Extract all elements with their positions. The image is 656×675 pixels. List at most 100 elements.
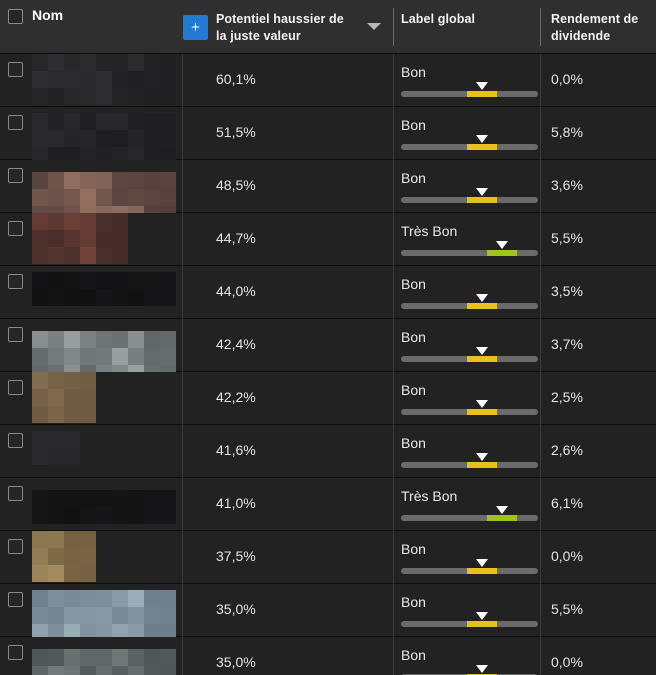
- table-row[interactable]: 42,2% Bon 2,5%: [0, 372, 656, 425]
- redaction-block: [96, 590, 112, 607]
- cell-potentiel-haussier: 60,1%: [216, 71, 256, 87]
- redaction-block: [128, 172, 144, 189]
- redaction-block: [80, 247, 96, 264]
- row-select-checkbox[interactable]: [8, 62, 23, 77]
- redaction-block: [32, 590, 48, 607]
- redaction-block: [64, 607, 80, 624]
- redaction-block: [144, 71, 160, 88]
- redaction-block: [32, 348, 48, 365]
- redaction-block: [96, 272, 112, 289]
- column-divider: [540, 531, 541, 584]
- table-row[interactable]: 44,7% Très Bon 5,5%: [0, 213, 656, 266]
- rating-pointer-icon: [475, 400, 488, 408]
- redaction-block: [144, 365, 160, 372]
- rating-bar: [401, 188, 538, 203]
- row-select-checkbox[interactable]: [8, 274, 23, 289]
- rating-pointer-icon: [475, 135, 488, 143]
- company-name-redacted[interactable]: [32, 584, 182, 637]
- table-row[interactable]: 51,5% Bon 5,8%: [0, 107, 656, 160]
- column-divider: [182, 266, 183, 319]
- company-name-redacted[interactable]: [32, 478, 182, 531]
- column-divider: [540, 266, 541, 319]
- row-select-checkbox[interactable]: [8, 380, 23, 395]
- redaction-block: [128, 147, 144, 160]
- cell-rendement-dividende: 0,0%: [551, 654, 583, 670]
- column-divider: [540, 319, 541, 372]
- redaction-block: [32, 331, 48, 348]
- column-divider: [540, 213, 541, 266]
- redaction-block: [144, 649, 160, 666]
- add-column-button[interactable]: +: [183, 15, 208, 40]
- table-header-row: Nom + Potentiel haussier de la juste val…: [0, 0, 656, 54]
- company-name-redacted[interactable]: [32, 213, 182, 266]
- redaction-block: [112, 272, 128, 289]
- table-row[interactable]: 35,0% Bon 0,0%: [0, 637, 656, 675]
- table-row[interactable]: 48,5% Bon 3,6%: [0, 160, 656, 213]
- company-name-redacted[interactable]: [32, 531, 182, 584]
- redaction-block: [128, 490, 144, 507]
- table-row[interactable]: 37,5% Bon 0,0%: [0, 531, 656, 584]
- column-divider: [182, 637, 183, 675]
- column-header-potentiel-line1[interactable]: Potentiel haussier de: [216, 11, 344, 27]
- redaction-block: [64, 272, 80, 289]
- company-name-redacted[interactable]: [32, 425, 182, 478]
- redaction-block: [96, 624, 112, 637]
- table-row[interactable]: 41,0% Très Bon 6,1%: [0, 478, 656, 531]
- column-header-rendement-line1[interactable]: Rendement de: [551, 11, 638, 27]
- redaction-block: [80, 189, 96, 206]
- company-name-redacted[interactable]: [32, 266, 182, 319]
- row-select-checkbox[interactable]: [8, 592, 23, 607]
- redaction-block: [80, 213, 96, 230]
- rating-bar: [401, 453, 538, 468]
- rating-bar: [401, 82, 538, 97]
- redaction-block: [64, 590, 80, 607]
- row-select-checkbox[interactable]: [8, 645, 23, 660]
- column-header-rendement-line2[interactable]: dividende: [551, 28, 610, 44]
- redaction-block: [128, 206, 144, 213]
- redaction-block: [48, 272, 64, 289]
- chevron-down-icon[interactable]: [367, 23, 381, 30]
- row-select-checkbox[interactable]: [8, 433, 23, 448]
- rating-bar-segment: [466, 303, 497, 309]
- redaction-block: [48, 531, 64, 548]
- company-name-redacted[interactable]: [32, 372, 182, 425]
- table-row[interactable]: 44,0% Bon 3,5%: [0, 266, 656, 319]
- row-select-checkbox[interactable]: [8, 221, 23, 236]
- row-select-checkbox[interactable]: [8, 539, 23, 554]
- row-select-checkbox[interactable]: [8, 115, 23, 130]
- redaction-block: [112, 624, 128, 637]
- row-select-checkbox[interactable]: [8, 168, 23, 183]
- table-body: 60,1% Bon 0,0% 51,5% Bon 5,8% 48,5% Bon 3,6% 44,7…: [0, 54, 656, 675]
- cell-potentiel-haussier: 42,4%: [216, 336, 256, 352]
- row-select-checkbox[interactable]: [8, 327, 23, 342]
- redaction-block: [96, 247, 112, 264]
- redaction-block: [112, 230, 128, 247]
- company-name-redacted[interactable]: [32, 160, 182, 213]
- redaction-block: [48, 147, 64, 160]
- table-row[interactable]: 42,4% Bon 3,7%: [0, 319, 656, 372]
- table-row[interactable]: 60,1% Bon 0,0%: [0, 54, 656, 107]
- company-name-redacted[interactable]: [32, 107, 182, 160]
- company-name-redacted[interactable]: [32, 54, 182, 107]
- rating-pointer-icon: [475, 294, 488, 302]
- redaction-block: [80, 406, 96, 423]
- redaction-block: [64, 666, 80, 675]
- rating-bar: [401, 135, 538, 150]
- table-row[interactable]: 41,6% Bon 2,6%: [0, 425, 656, 478]
- company-name-redacted[interactable]: [32, 637, 182, 675]
- column-header-potentiel-line2[interactable]: la juste valeur: [216, 28, 301, 44]
- redaction-block: [112, 331, 128, 348]
- redaction-block: [48, 490, 64, 507]
- rating-bar: [401, 559, 538, 574]
- column-header-nom[interactable]: Nom: [32, 7, 63, 23]
- redaction-block: [80, 206, 96, 213]
- row-select-checkbox[interactable]: [8, 486, 23, 501]
- redaction-block: [32, 71, 48, 88]
- company-name-redacted[interactable]: [32, 319, 182, 372]
- redaction-block: [32, 565, 48, 582]
- select-all-checkbox[interactable]: [8, 9, 23, 24]
- table-row[interactable]: 35,0% Bon 5,5%: [0, 584, 656, 637]
- redaction-block: [64, 247, 80, 264]
- redaction-block: [64, 490, 80, 507]
- column-header-label-global[interactable]: Label global: [401, 11, 475, 27]
